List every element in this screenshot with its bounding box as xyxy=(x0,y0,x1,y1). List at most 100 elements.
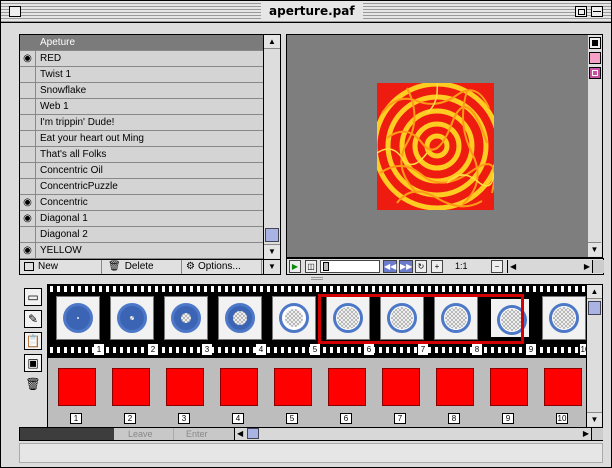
filmstrip-scrollbar[interactable]: ▲ ▼ xyxy=(587,284,603,428)
cel-swatch[interactable] xyxy=(328,368,366,406)
eye-icon[interactable]: ◉ xyxy=(20,243,36,258)
list-item[interactable]: ◉ Diagonal 1 xyxy=(20,211,263,227)
frame-number: 10 xyxy=(580,344,586,355)
list-item[interactable]: I'm trippin' Dude! xyxy=(20,115,263,131)
film-frame[interactable] xyxy=(110,296,154,340)
list-footer: New 🗑 Delete ⚙ Options... ▼ xyxy=(19,259,281,275)
eye-icon[interactable]: ◉ xyxy=(20,195,36,210)
cel-swatch[interactable] xyxy=(220,368,258,406)
scroll-thumb[interactable] xyxy=(265,228,279,242)
resize-corner[interactable] xyxy=(592,260,604,273)
visibility-toggle[interactable] xyxy=(20,67,36,82)
visibility-toggle[interactable] xyxy=(20,83,36,98)
options-button[interactable]: ⚙ Options... xyxy=(182,260,262,274)
scroll-up-arrow[interactable]: ▲ xyxy=(264,35,280,49)
scroll-down-arrow[interactable]: ▼ xyxy=(264,244,280,258)
cel-swatch[interactable] xyxy=(58,368,96,406)
cel-number: 9 xyxy=(502,413,514,424)
hscroll-left-arrow[interactable]: ◀ xyxy=(510,260,516,273)
slider-knob[interactable] xyxy=(323,262,329,271)
visibility-toggle[interactable] xyxy=(20,99,36,114)
title-bar[interactable]: aperture.paf xyxy=(1,1,611,23)
preview-scroll-down[interactable]: ▼ xyxy=(588,242,601,256)
film-frame[interactable] xyxy=(164,296,208,340)
film-frame[interactable] xyxy=(56,296,100,340)
list-item[interactable]: Twist 1 xyxy=(20,67,263,83)
list-item[interactable]: Eat your heart out Ming xyxy=(20,131,263,147)
frame-selection xyxy=(318,294,524,344)
hscroll-right-arrow[interactable]: ▶ xyxy=(584,260,590,273)
trash-icon[interactable]: 🗑 xyxy=(24,376,42,394)
visibility-toggle[interactable] xyxy=(20,179,36,194)
bottom-bar: Leave Enter ◀ ▶ xyxy=(19,427,603,441)
close-box[interactable] xyxy=(9,6,21,17)
pattern-icon[interactable] xyxy=(589,52,601,64)
delete-button[interactable]: 🗑 Delete xyxy=(102,260,182,274)
new-button[interactable]: New xyxy=(20,260,102,274)
visibility-toggle[interactable] xyxy=(20,163,36,178)
list-item[interactable]: Snowflake xyxy=(20,83,263,99)
visibility-toggle[interactable] xyxy=(20,35,36,50)
hscroll-right[interactable]: ▶ xyxy=(583,428,589,440)
loop-button[interactable]: ◫ xyxy=(305,260,317,273)
list-scrollbar[interactable]: ▲ ▼ xyxy=(263,35,280,259)
play-button[interactable]: ▶ xyxy=(289,260,301,273)
list-item[interactable]: ConcentricPuzzle xyxy=(20,179,263,195)
refresh-button[interactable]: ↻ xyxy=(415,260,427,273)
step-forward-button[interactable]: ▶▶ xyxy=(399,260,413,273)
strip-scroll-thumb[interactable] xyxy=(588,301,601,315)
pane-divider[interactable] xyxy=(311,277,323,281)
list-item[interactable]: ◉ RED xyxy=(20,51,263,67)
pattern-preview-image xyxy=(377,83,494,210)
visibility-toggle[interactable] xyxy=(20,131,36,146)
collapse-box[interactable] xyxy=(591,6,603,17)
cel-swatch[interactable] xyxy=(490,368,528,406)
cel-swatch[interactable] xyxy=(382,368,420,406)
options-dropdown-arrow[interactable]: ▼ xyxy=(263,260,280,274)
cel-view-icon[interactable]: ▭ xyxy=(24,288,42,306)
cel-swatch[interactable] xyxy=(544,368,582,406)
camera-icon[interactable]: ▣ xyxy=(24,354,42,372)
cel-swatch[interactable] xyxy=(274,368,312,406)
film-frame[interactable] xyxy=(218,296,262,340)
add-frame-button[interactable]: + xyxy=(431,260,443,273)
eye-icon[interactable]: ◉ xyxy=(20,51,36,66)
visibility-toggle[interactable] xyxy=(20,115,36,130)
list-item-label: ConcentricPuzzle xyxy=(40,181,118,192)
edit-icon[interactable]: ✎ xyxy=(24,310,42,328)
list-item[interactable]: Diagonal 2 xyxy=(20,227,263,243)
cel-number: 1 xyxy=(70,413,82,424)
list-item-label: Web 1 xyxy=(40,101,69,112)
color-icon[interactable] xyxy=(589,67,601,79)
leave-field[interactable]: Leave xyxy=(114,428,174,440)
new-icon xyxy=(24,262,34,271)
zoom-box[interactable] xyxy=(575,6,587,17)
strip-resize-corner[interactable] xyxy=(591,428,603,440)
cel-swatch[interactable] xyxy=(112,368,150,406)
enter-field[interactable]: Enter xyxy=(174,428,234,440)
list-item[interactable]: Web 1 xyxy=(20,99,263,115)
visibility-toggle[interactable] xyxy=(20,227,36,242)
preview-hscroll[interactable]: ◀ ▶ xyxy=(507,260,592,273)
film-frame[interactable] xyxy=(542,296,586,340)
visibility-toggle[interactable] xyxy=(20,147,36,162)
list-item[interactable]: Concentric Oil xyxy=(20,163,263,179)
film-frame[interactable] xyxy=(272,296,316,340)
filmstrip-hscroll[interactable]: ◀ ▶ xyxy=(234,428,603,440)
list-header[interactable]: Apeture xyxy=(20,35,263,51)
step-back-button[interactable]: ◀◀ xyxy=(383,260,397,273)
cel-swatch[interactable] xyxy=(166,368,204,406)
cel-swatch[interactable] xyxy=(436,368,474,406)
strip-scroll-down[interactable]: ▼ xyxy=(587,412,602,426)
paste-icon[interactable]: 📋 xyxy=(24,332,42,350)
hscroll-thumb[interactable] xyxy=(247,428,259,439)
hscroll-left[interactable]: ◀ xyxy=(237,428,243,440)
frame-slider[interactable] xyxy=(320,260,380,273)
frame-icon[interactable] xyxy=(589,37,601,49)
minimize-button[interactable]: − xyxy=(491,260,503,273)
eye-icon[interactable]: ◉ xyxy=(20,211,36,226)
list-item[interactable]: That's all Folks xyxy=(20,147,263,163)
list-item[interactable]: ◉ Concentric xyxy=(20,195,263,211)
strip-scroll-up[interactable]: ▲ xyxy=(587,285,602,299)
list-item[interactable]: ◉ YELLOW xyxy=(20,243,263,259)
